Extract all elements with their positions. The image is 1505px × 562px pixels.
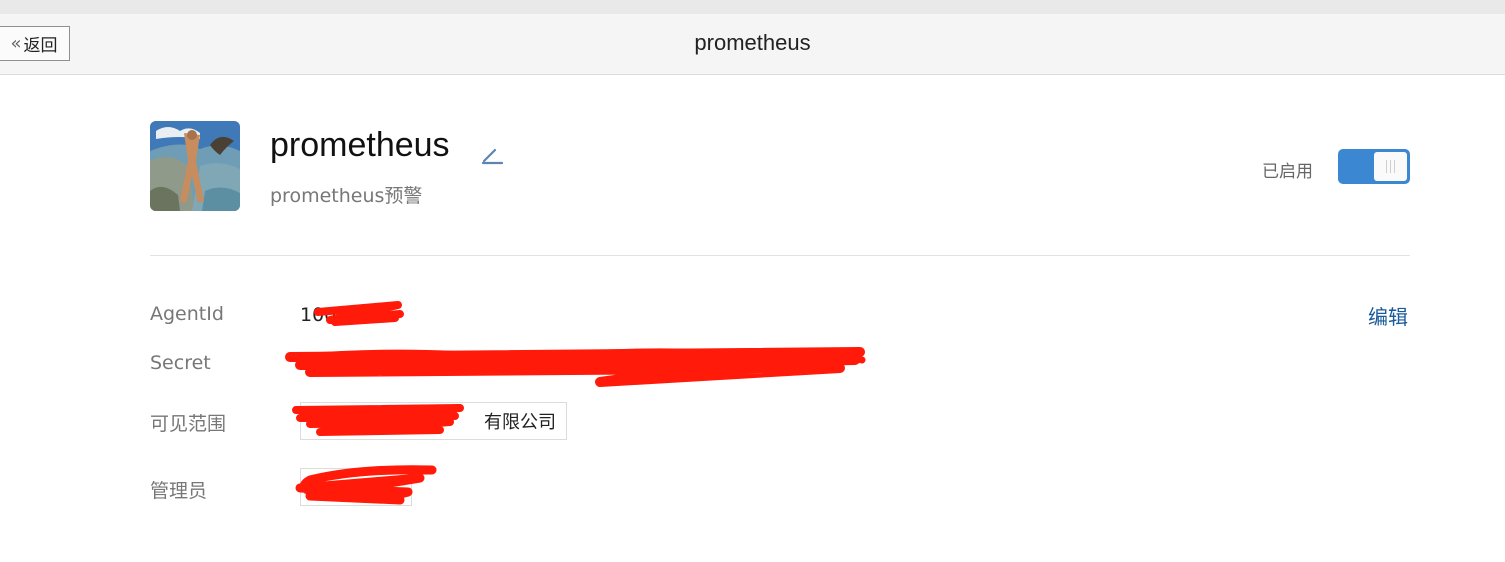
page-title: prometheus	[694, 30, 811, 55]
edit-link[interactable]: 编辑	[1368, 301, 1408, 330]
secret-label: Secret	[150, 352, 211, 374]
admin-label: 管理员	[150, 480, 208, 502]
app-avatar	[150, 121, 240, 211]
navigation-bar: « 返回 prometheus	[0, 14, 1505, 75]
app-description: prometheus预警	[270, 185, 423, 207]
scope-tag-text: 有限公司	[484, 412, 556, 433]
app-avatar-image	[150, 121, 240, 211]
toggle-knob	[1374, 152, 1407, 181]
status-label: 已启用	[1262, 162, 1313, 182]
enable-toggle[interactable]	[1338, 149, 1410, 184]
window-top-strip	[0, 0, 1505, 14]
scope-tag[interactable]: 有限公司	[300, 402, 567, 440]
app-name: prometheus	[270, 126, 450, 164]
pencil-icon[interactable]	[480, 145, 504, 165]
admin-tag[interactable]	[300, 468, 412, 506]
agentid-value: 100	[300, 304, 337, 326]
scope-label: 可见范围	[150, 413, 227, 435]
agentid-label: AgentId	[150, 303, 224, 325]
section-divider	[150, 255, 1410, 256]
redaction-scribbles	[285, 301, 866, 505]
